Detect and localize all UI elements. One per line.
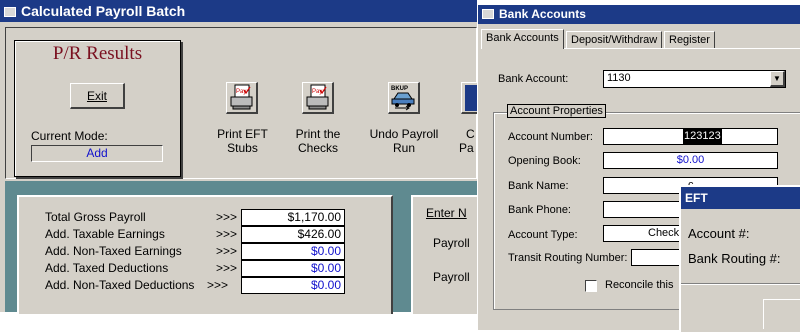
tab-register-label: Register	[669, 34, 710, 46]
eft-routing-label: Bank Routing #:	[688, 251, 781, 266]
form-icon	[482, 9, 494, 19]
results-box: P/R Results Exit Current Mode: Add	[14, 40, 181, 177]
mode-label: Current Mode:	[31, 129, 108, 143]
totals-row-value: $0.00	[241, 277, 345, 294]
totals-row: Add. Non-Taxed Deductions >>> $0.00	[31, 277, 379, 294]
totals-row: Total Gross Payroll >>> $1,170.00	[31, 209, 379, 226]
totals-row-label: Total Gross Payroll	[45, 210, 146, 224]
form-icon	[4, 7, 16, 17]
partial-label-1: C	[466, 127, 475, 141]
totals-row-arrows: >>>	[216, 261, 238, 275]
print-checks-button[interactable]: Pay	[302, 82, 334, 114]
eft-partial-button[interactable]	[763, 299, 800, 329]
eft-divider	[681, 283, 800, 285]
totals-row: Add. Taxed Deductions >>> $0.00	[31, 260, 379, 277]
opening-book-value: $0.00	[676, 154, 705, 166]
bank-name-label: Bank Name:	[508, 180, 569, 192]
bank-account-value: 1130	[607, 72, 631, 84]
combo-dropdown-button[interactable]: ▼	[770, 71, 785, 87]
paystub-printer-icon: Pay	[230, 84, 253, 110]
totals-row-label: Add. Taxed Deductions	[45, 261, 169, 275]
undo-payroll-run-button[interactable]: BKUP	[388, 82, 420, 114]
payroll-title: Calculated Payroll Batch	[21, 3, 186, 19]
check-printer-icon: Pay	[306, 84, 329, 110]
bank-title: Bank Accounts	[499, 7, 586, 21]
payroll-window: Calculated Payroll Batch P/R Results Exi…	[0, 0, 479, 314]
tab-bank-accounts-label: Bank Accounts	[486, 32, 559, 44]
totals-row-value: $426.00	[241, 226, 345, 243]
totals-row-arrows: >>>	[216, 227, 238, 241]
account-properties-label: Account Properties	[507, 104, 606, 118]
totals-row-value: $1,170.00	[241, 209, 345, 226]
results-heading: P/R Results	[52, 43, 143, 64]
account-number-field[interactable]: 123123	[603, 128, 778, 145]
enter-label: Enter N	[426, 206, 467, 220]
totals-row-arrows: >>>	[207, 278, 229, 292]
exit-label: Exit	[86, 89, 107, 103]
print-eft-stubs-button[interactable]: Pay	[226, 82, 258, 114]
payroll-titlebar[interactable]: Calculated Payroll Batch	[0, 0, 477, 22]
totals-row: Add. Taxable Earnings >>> $426.00	[31, 226, 379, 243]
bank-account-combo[interactable]: 1130 ▼	[603, 70, 786, 88]
totals-list: Total Gross Payroll >>> $1,170.00 Add. T…	[31, 209, 379, 294]
eft-title: EFT	[685, 191, 708, 205]
tab-bank-accounts[interactable]: Bank Accounts	[481, 29, 564, 49]
payroll-label-2: Payroll	[433, 270, 470, 284]
bank-account-label: Bank Account:	[498, 73, 569, 85]
eft-titlebar[interactable]: EFT	[681, 187, 800, 209]
undo-payroll-run-label: Undo Payroll Run	[358, 127, 450, 155]
print-eft-stubs-label: Print EFT Stubs	[200, 127, 285, 155]
opening-book-label: Opening Book:	[508, 155, 581, 167]
totals-row-value: $0.00	[241, 243, 345, 260]
totals-row-label: Add. Non-Taxed Earnings	[45, 244, 182, 258]
partial-icon	[465, 85, 477, 111]
totals-row: Add. Non-Taxed Earnings >>> $0.00	[31, 243, 379, 260]
totals-row-value: $0.00	[241, 260, 345, 277]
eft-window: EFT Account #: Bank Routing #:	[679, 185, 800, 332]
payroll-label-1: Payroll	[433, 236, 470, 250]
tab-deposit-withdraw-label: Deposit/Withdraw	[571, 34, 658, 46]
print-checks-label: Print the Checks	[286, 127, 350, 155]
transit-routing-label: Transit Routing Number:	[508, 252, 628, 264]
mode-value: Add	[31, 145, 163, 162]
backup-car-icon: BKUP	[391, 86, 415, 111]
eft-account-label: Account #:	[688, 226, 750, 241]
tab-register[interactable]: Register	[664, 31, 715, 49]
account-type-value: Check	[648, 227, 680, 239]
totals-row-label: Add. Taxable Earnings	[45, 227, 165, 241]
account-type-label: Account Type:	[508, 229, 578, 241]
totals-row-arrows: >>>	[216, 210, 238, 224]
partial-label-2: Pa	[459, 141, 474, 155]
print-eft-stubs-text: Print EFT Stubs	[217, 127, 268, 155]
totals-row-label: Add. Non-Taxed Deductions	[45, 278, 195, 292]
reconcile-label: Reconcile this	[605, 279, 674, 291]
reconcile-checkbox[interactable]	[585, 280, 597, 292]
exit-button[interactable]: Exit	[70, 83, 125, 109]
bank-phone-label: Bank Phone:	[508, 204, 571, 216]
tab-deposit-withdraw[interactable]: Deposit/Withdraw	[566, 31, 663, 49]
partial-toolbar-button[interactable]	[461, 82, 477, 114]
bank-titlebar[interactable]: Bank Accounts	[478, 5, 800, 24]
bkup-text: BKUP	[391, 86, 408, 92]
account-number-value: 123123	[683, 129, 722, 144]
totals-row-arrows: >>>	[216, 244, 238, 258]
chevron-down-icon: ▼	[773, 74, 781, 83]
opening-book-field[interactable]: $0.00	[603, 152, 778, 169]
print-checks-text: Print the Checks	[295, 127, 341, 155]
undo-payroll-run-text: Undo Payroll Run	[369, 127, 439, 155]
account-number-label: Account Number:	[508, 131, 593, 143]
